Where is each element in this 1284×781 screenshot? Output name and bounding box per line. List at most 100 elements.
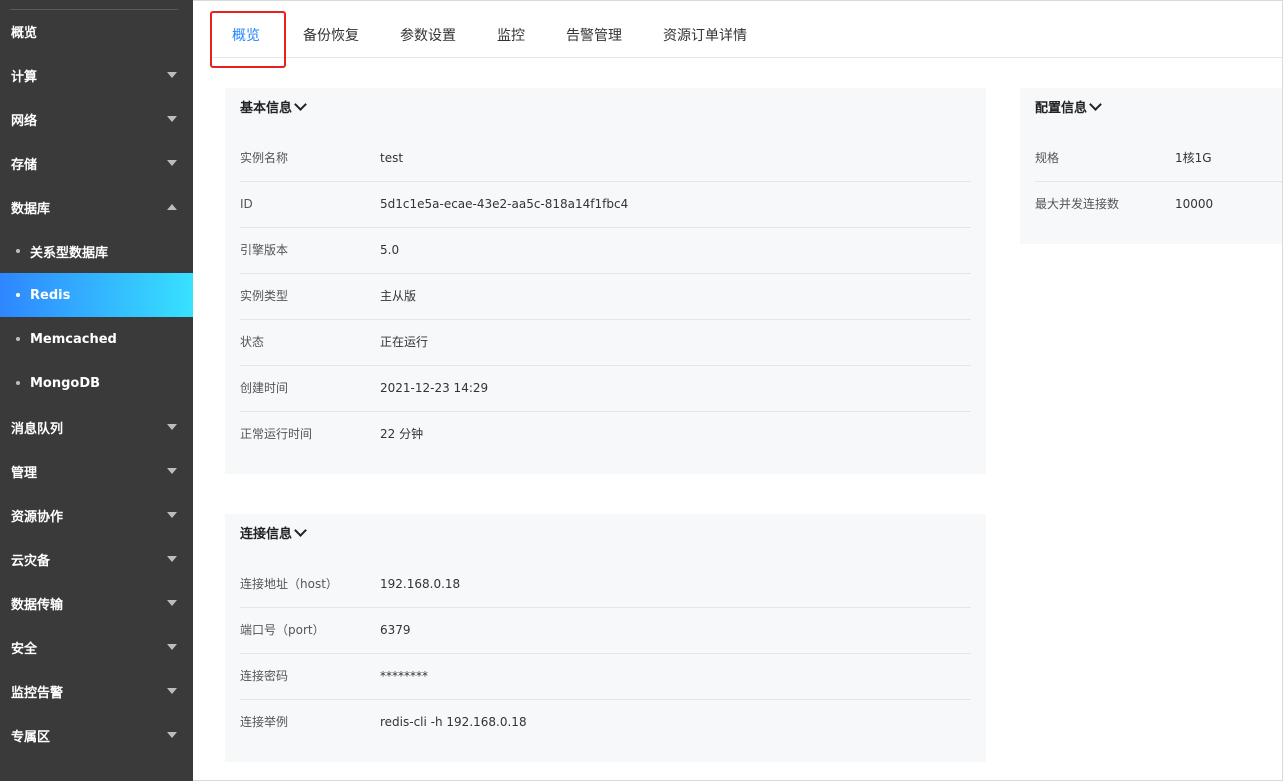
connection-info-panel: 连接信息 连接地址（host） 192.168.0.18 端口号（port） 6… <box>225 514 986 762</box>
chevron-down-icon <box>294 524 307 537</box>
info-value: 5.0 <box>380 243 400 257</box>
info-key: 引擎版本 <box>240 243 289 257</box>
info-row: 连接密码 ******** <box>240 653 971 700</box>
tab-bar: 概览 备份恢复 参数设置 监控 告警管理 资源订单详情 <box>210 11 1282 68</box>
sidebar-item-label: 计算 <box>11 69 38 85</box>
sidebar-subitem-memcached[interactable]: Memcached <box>0 317 193 361</box>
info-key: 实例类型 <box>240 289 289 303</box>
info-row: 端口号（port） 6379 <box>240 607 971 654</box>
basic-info-header[interactable]: 基本信息 <box>240 97 307 116</box>
info-value: 5d1c1e5a-ecae-43e2-aa5c-818a14f1fbc4 <box>380 197 629 211</box>
info-value: 22 分钟 <box>380 427 424 441</box>
sidebar: 概览 计算 网络 存储 数据库 关系型数据库 Redis Memcached M… <box>0 0 193 781</box>
tab-alarm-management[interactable]: 告警管理 <box>566 11 622 57</box>
panel-title: 连接信息 <box>240 527 293 542</box>
sidebar-item-database[interactable]: 数据库 <box>0 185 193 229</box>
bullet-icon <box>16 337 20 341</box>
sidebar-subitem-mongodb[interactable]: MongoDB <box>0 361 193 405</box>
info-key: 状态 <box>240 335 265 349</box>
bullet-icon <box>16 249 20 253</box>
sidebar-item-label: 存储 <box>11 157 38 173</box>
info-value: 192.168.0.18 <box>380 577 461 591</box>
sidebar-item-data-transfer[interactable]: 数据传输 <box>0 581 193 625</box>
info-value: test <box>380 151 404 165</box>
chevron-down-icon <box>167 600 177 606</box>
chevron-down-icon <box>167 424 177 430</box>
info-key: 正常运行时间 <box>240 427 313 441</box>
info-row: 状态 正在运行 <box>240 319 971 366</box>
info-row: 创建时间 2021-12-23 14:29 <box>240 365 971 412</box>
sidebar-item-label: 数据库 <box>11 201 51 217</box>
chevron-down-icon <box>167 644 177 650</box>
tab-parameters[interactable]: 参数设置 <box>400 11 456 57</box>
sidebar-item-overview[interactable]: 概览 <box>0 9 193 53</box>
info-key: 规格 <box>1035 151 1060 165</box>
info-row: ID 5d1c1e5a-ecae-43e2-aa5c-818a14f1fbc4 <box>240 181 971 228</box>
sidebar-subitem-relational-db[interactable]: 关系型数据库 <box>0 229 193 273</box>
info-value: 10000 <box>1175 197 1214 211</box>
sidebar-item-label: 网络 <box>11 113 38 129</box>
info-key: ID <box>240 197 253 211</box>
chevron-down-icon <box>294 98 307 111</box>
tab-backup-restore[interactable]: 备份恢复 <box>303 11 359 57</box>
info-key: 创建时间 <box>240 381 289 395</box>
info-value: 1核1G <box>1175 151 1212 165</box>
sidebar-item-management[interactable]: 管理 <box>0 449 193 493</box>
tab-monitoring[interactable]: 监控 <box>497 11 525 57</box>
info-value: 2021-12-23 14:29 <box>380 381 489 395</box>
sidebar-item-disaster-recovery[interactable]: 云灾备 <box>0 537 193 581</box>
sidebar-subitem-redis[interactable]: Redis <box>0 273 193 317</box>
connection-info-header[interactable]: 连接信息 <box>240 523 307 542</box>
info-key: 连接举例 <box>240 715 289 729</box>
sidebar-item-label: 消息队列 <box>11 421 64 437</box>
main-content: 概览 备份恢复 参数设置 监控 告警管理 资源订单详情 基本信息 实例名称 te… <box>193 0 1283 781</box>
panel-title: 配置信息 <box>1035 101 1088 116</box>
sidebar-item-label: MongoDB <box>30 375 101 391</box>
sidebar-item-network[interactable]: 网络 <box>0 97 193 141</box>
info-value: redis-cli -h 192.168.0.18 <box>380 715 527 729</box>
config-info-panel: 配置信息 规格 1核1G 最大并发连接数 10000 <box>1020 88 1282 244</box>
sidebar-item-label: 管理 <box>11 465 38 481</box>
sidebar-item-resource-collab[interactable]: 资源协作 <box>0 493 193 537</box>
chevron-down-icon <box>167 732 177 738</box>
info-value: ******** <box>380 669 428 683</box>
sidebar-item-message-queue[interactable]: 消息队列 <box>0 405 193 449</box>
info-row: 规格 1核1G <box>1035 135 1282 182</box>
chevron-down-icon <box>1089 98 1102 111</box>
bullet-icon <box>16 381 20 385</box>
chevron-down-icon <box>167 160 177 166</box>
sidebar-item-security[interactable]: 安全 <box>0 625 193 669</box>
sidebar-item-label: Redis <box>30 287 71 303</box>
chevron-up-icon <box>167 204 177 210</box>
sidebar-item-dedicated-zone[interactable]: 专属区 <box>0 713 193 757</box>
info-key: 端口号（port） <box>240 623 325 637</box>
panel-title: 基本信息 <box>240 101 293 116</box>
sidebar-item-monitoring[interactable]: 监控告警 <box>0 669 193 713</box>
chevron-down-icon <box>167 556 177 562</box>
info-row: 连接举例 redis-cli -h 192.168.0.18 <box>240 699 971 745</box>
info-row: 引擎版本 5.0 <box>240 227 971 274</box>
info-key: 实例名称 <box>240 151 289 165</box>
info-row: 最大并发连接数 10000 <box>1035 181 1282 227</box>
sidebar-item-storage[interactable]: 存储 <box>0 141 193 185</box>
info-row: 实例类型 主从版 <box>240 273 971 320</box>
tab-resource-order-details[interactable]: 资源订单详情 <box>663 11 747 57</box>
info-value: 主从版 <box>380 289 417 303</box>
info-row: 连接地址（host） 192.168.0.18 <box>240 561 971 608</box>
sidebar-item-compute[interactable]: 计算 <box>0 53 193 97</box>
info-key: 连接地址（host） <box>240 577 338 591</box>
sidebar-item-label: 专属区 <box>11 729 51 745</box>
sidebar-item-label: 概览 <box>11 25 38 41</box>
sidebar-item-label: 监控告警 <box>11 685 64 701</box>
info-key: 最大并发连接数 <box>1035 197 1120 211</box>
info-row: 实例名称 test <box>240 135 971 182</box>
tab-overview[interactable]: 概览 <box>232 11 260 57</box>
sidebar-item-label: 数据传输 <box>11 597 64 613</box>
sidebar-item-label: 资源协作 <box>11 509 64 525</box>
chevron-down-icon <box>167 512 177 518</box>
config-info-header[interactable]: 配置信息 <box>1035 97 1102 116</box>
chevron-down-icon <box>167 72 177 78</box>
bullet-icon <box>16 293 20 297</box>
info-value: 正在运行 <box>380 335 429 349</box>
basic-info-panel: 基本信息 实例名称 test ID 5d1c1e5a-ecae-43e2-aa5… <box>225 88 986 474</box>
